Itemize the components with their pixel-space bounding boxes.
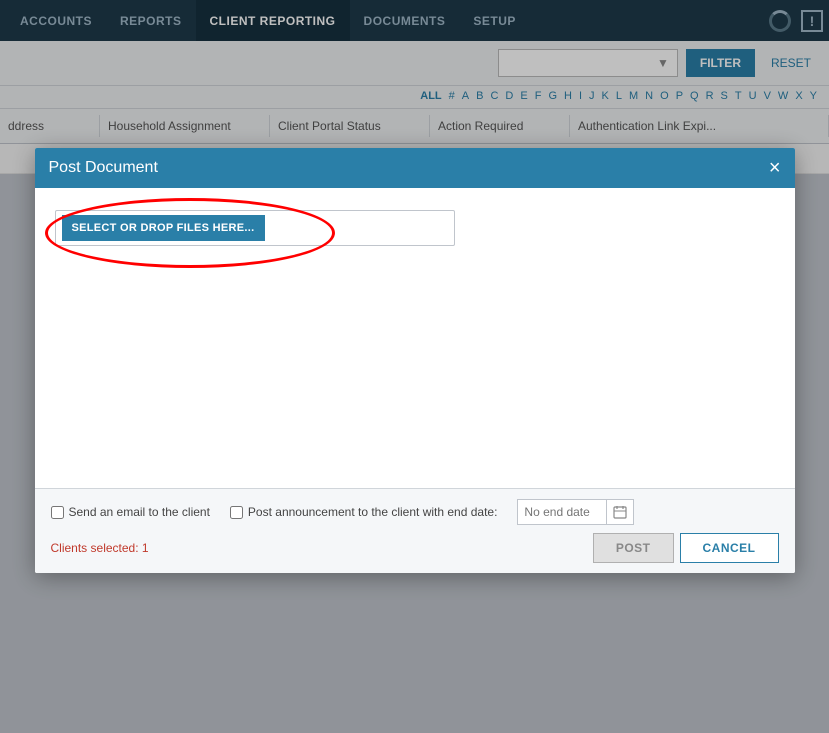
upload-area: SELECT OR DROP FILES HERE... <box>55 210 775 246</box>
modal-footer: Send an email to the client Post announc… <box>35 488 795 573</box>
clients-selected-label: Clients selected: 1 <box>51 541 149 555</box>
modal-title: Post Document <box>49 159 158 177</box>
footer-actions: Clients selected: 1 POST CANCEL <box>51 533 779 563</box>
post-document-modal: Post Document × SELECT OR DROP FILES HER… <box>35 148 795 573</box>
send-email-checkbox[interactable] <box>51 506 64 519</box>
send-email-checkbox-label[interactable]: Send an email to the client <box>51 505 210 519</box>
post-button[interactable]: POST <box>593 533 674 563</box>
footer-options: Send an email to the client Post announc… <box>51 499 779 525</box>
post-announcement-checkbox[interactable] <box>230 506 243 519</box>
calendar-icon[interactable] <box>607 499 634 525</box>
modal-overlay: Post Document × SELECT OR DROP FILES HER… <box>0 0 829 733</box>
modal-body: SELECT OR DROP FILES HERE... <box>35 188 795 488</box>
select-files-button[interactable]: SELECT OR DROP FILES HERE... <box>62 215 265 241</box>
end-date-input[interactable] <box>517 499 607 525</box>
post-announcement-checkbox-label[interactable]: Post announcement to the client with end… <box>230 505 498 519</box>
upload-box[interactable]: SELECT OR DROP FILES HERE... <box>55 210 455 246</box>
modal-header: Post Document × <box>35 148 795 188</box>
cancel-button[interactable]: CANCEL <box>680 533 779 563</box>
modal-close-button[interactable]: × <box>769 158 781 178</box>
footer-buttons: POST CANCEL <box>593 533 779 563</box>
